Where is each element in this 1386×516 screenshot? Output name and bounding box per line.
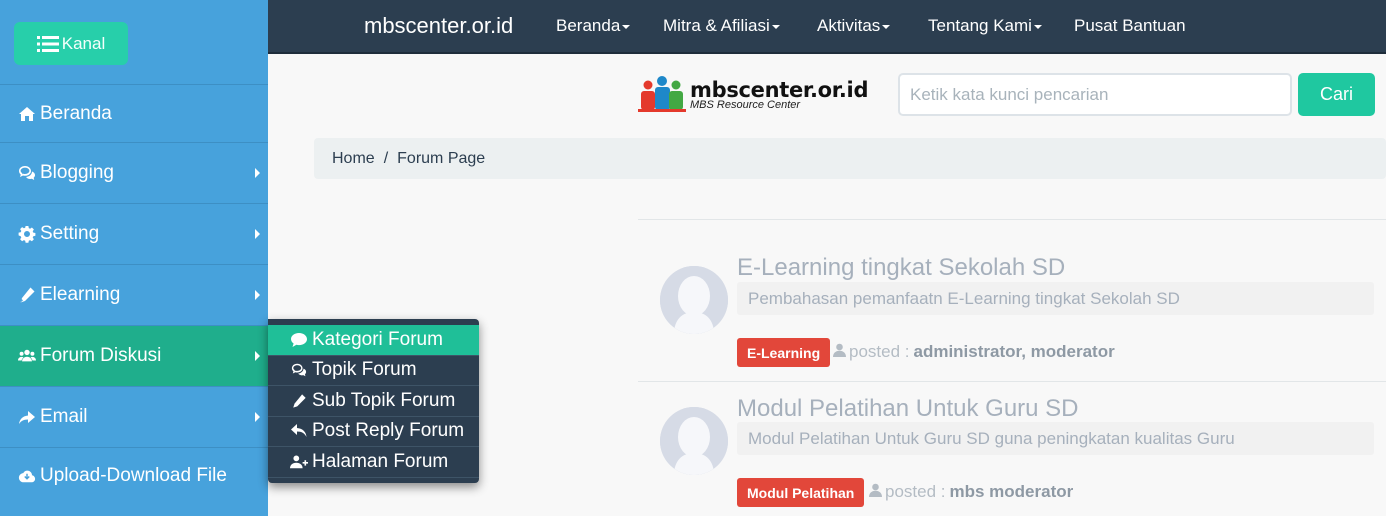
caret-right-icon: [255, 412, 260, 422]
nav-item-mitra[interactable]: Mitra & Afiliasi: [663, 16, 780, 36]
caret-down-icon: [622, 24, 631, 29]
posted-authors: administrator, moderator: [913, 342, 1115, 361]
breadcrumb-current: Forum Page: [397, 149, 486, 167]
posted-authors: mbs moderator: [949, 482, 1074, 501]
home-icon: [16, 104, 38, 124]
breadcrumb: Home / Forum Page: [314, 138, 1386, 179]
sidebar-item-email[interactable]: Email: [0, 386, 268, 447]
category-badge[interactable]: E-Learning: [737, 338, 831, 367]
submenu-label: Post Reply Forum: [312, 420, 465, 442]
sidebar-item-beranda[interactable]: Beranda: [0, 84, 268, 142]
forum-submenu: Kategori Forum Topik Forum Sub Topik For…: [268, 319, 479, 483]
nav-item-tentang-kami[interactable]: Tentang Kami: [928, 16, 1042, 36]
sidebar: Kanal Beranda Blogging Setting Elearning…: [0, 0, 268, 516]
sidebar-item-label: Blogging: [40, 162, 114, 183]
search-input[interactable]: [898, 73, 1292, 116]
submenu-item-post-reply-forum[interactable]: Post Reply Forum: [268, 417, 479, 447]
kanal-button[interactable]: Kanal: [14, 22, 128, 65]
search-button[interactable]: Cari: [1298, 73, 1375, 116]
nav-label: Beranda: [556, 16, 621, 35]
top-navbar: mbscenter.or.id Beranda Mitra & Afiliasi…: [268, 0, 1386, 54]
divider: [638, 381, 1386, 382]
comment-icon: [288, 331, 310, 349]
topic-description: Modul Pelatihan Untuk Guru SD guna penin…: [737, 422, 1374, 455]
submenu-label: Halaman Forum: [312, 450, 449, 472]
reply-icon: [288, 422, 310, 440]
nav-label: Aktivitas: [817, 16, 881, 35]
list-icon: [36, 35, 59, 52]
topic-title[interactable]: Modul Pelatihan Untuk Guru SD: [737, 395, 1079, 423]
comments-icon: [288, 361, 310, 379]
sidebar-item-label: Forum Diskusi: [40, 345, 162, 366]
comments-icon: [16, 163, 38, 183]
sidebar-item-label: Setting: [40, 223, 100, 244]
caret-right-icon: [255, 229, 260, 239]
sidebar-item-elearning[interactable]: Elearning: [0, 264, 268, 325]
posted-by: posted : administrator, moderator: [833, 342, 1115, 362]
logo-subtitle: MBS Resource Center: [690, 99, 801, 111]
caret-right-icon: [255, 351, 260, 361]
submenu-label: Topik Forum: [312, 359, 417, 381]
sidebar-item-blogging[interactable]: Blogging: [0, 142, 268, 203]
nav-label: Tentang Kami: [928, 16, 1032, 35]
users-icon: [16, 346, 38, 366]
pencil-icon: [16, 285, 38, 305]
nav-item-pusat-bantuan[interactable]: Pusat Bantuan: [1074, 16, 1186, 36]
nav-item-beranda[interactable]: Beranda: [556, 16, 631, 36]
submenu-item-halaman-forum[interactable]: Halaman Forum: [268, 447, 479, 478]
navbar-brand[interactable]: mbscenter.or.id: [364, 13, 513, 39]
topic-description: Pembahasan pemanfaatn E-Learning tingkat…: [737, 282, 1374, 315]
posted-by: posted : mbs moderator: [869, 482, 1073, 502]
caret-down-icon: [771, 24, 780, 29]
submenu-item-topik-forum[interactable]: Topik Forum: [268, 356, 479, 386]
submenu-label: Sub Topik Forum: [312, 389, 456, 411]
category-badge[interactable]: Modul Pelatihan: [737, 478, 865, 507]
avatar: [660, 407, 728, 475]
caret-right-icon: [255, 290, 260, 300]
sidebar-item-label: Email: [40, 406, 88, 427]
sidebar-item-forum-diskusi[interactable]: Forum Diskusi: [0, 325, 268, 386]
caret-down-icon: [1033, 24, 1042, 29]
user-icon: [869, 482, 885, 502]
sidebar-item-label: Elearning: [40, 284, 121, 305]
caret-right-icon: [255, 168, 260, 178]
pencil-icon: [288, 392, 310, 410]
sidebar-item-label: Beranda: [40, 102, 112, 124]
kanal-label: Kanal: [61, 33, 106, 53]
gear-icon: [16, 224, 38, 244]
nav-label: Mitra & Afiliasi: [663, 16, 770, 35]
breadcrumb-home[interactable]: Home: [332, 150, 375, 168]
caret-down-icon: [882, 24, 891, 29]
submenu-label: Kategori Forum: [312, 328, 443, 350]
nav-label: Pusat Bantuan: [1074, 16, 1186, 35]
user-icon: [833, 342, 849, 362]
nav-item-aktivitas[interactable]: Aktivitas: [817, 16, 891, 36]
posted-label: posted :: [849, 342, 910, 361]
sidebar-item-setting[interactable]: Setting: [0, 203, 268, 264]
breadcrumb-separator: /: [383, 149, 389, 167]
topic-title[interactable]: E-Learning tingkat Sekolah SD: [737, 254, 1065, 282]
sidebar-item-label: Upload-Download File: [40, 464, 227, 486]
divider: [638, 219, 1386, 220]
submenu-item-kategori-forum[interactable]: Kategori Forum: [268, 325, 479, 356]
sidebar-item-upload-download[interactable]: Upload-Download File: [0, 447, 268, 503]
posted-label: posted :: [885, 482, 946, 501]
share-icon: [16, 407, 38, 427]
cloud-icon: [16, 466, 38, 486]
submenu-item-sub-topik-forum[interactable]: Sub Topik Forum: [268, 386, 479, 417]
avatar: [660, 266, 728, 334]
user-plus-icon: [288, 453, 310, 471]
